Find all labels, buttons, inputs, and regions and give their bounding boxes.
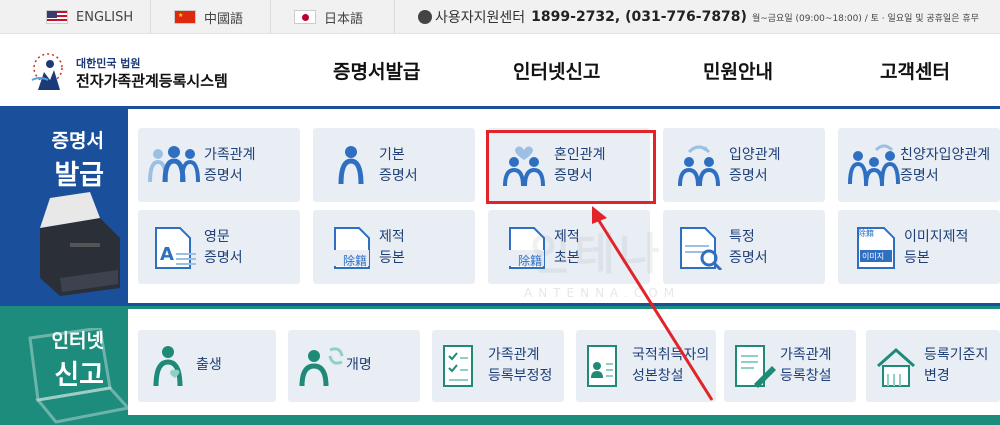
lang-chinese-label: 中國語 bbox=[204, 11, 244, 27]
removed-badge: 除籍 bbox=[858, 229, 874, 238]
tile-label: 이미지제적 등본 bbox=[904, 229, 969, 266]
house-icon bbox=[877, 347, 915, 387]
tile-family-relation-cert[interactable]: 가족관계 증명서 bbox=[138, 128, 300, 202]
tile-label: 가족관계 등록부정정 bbox=[488, 347, 553, 384]
tile-full-adoption-cert[interactable]: 친양자입양관계 증명서 bbox=[838, 128, 1000, 202]
id-card-icon bbox=[587, 345, 617, 387]
tile-registration-base-change[interactable]: 등록기준지 변경 bbox=[866, 330, 1000, 402]
us-flag-icon bbox=[46, 10, 68, 24]
phone-icon bbox=[418, 10, 432, 24]
nav-internet-report[interactable]: 인터넷신고 bbox=[513, 34, 600, 106]
printer-illustration-icon bbox=[40, 192, 120, 296]
svg-text:A: A bbox=[160, 244, 174, 265]
tile-removed-register-abstract[interactable]: 除籍 제적 초본 bbox=[488, 210, 650, 284]
lang-japanese-label: 日本語 bbox=[324, 11, 364, 27]
tile-basic-cert[interactable]: 기본 증명서 bbox=[313, 128, 475, 202]
rename-icon bbox=[299, 347, 344, 387]
divider bbox=[270, 0, 271, 34]
laptop-illustration-icon bbox=[28, 328, 130, 424]
logo-title: 전자가족관계등록시스템 bbox=[76, 72, 228, 90]
marriage-icon bbox=[503, 146, 545, 187]
top-bar: ENGLISH ★ 中國語 日本語 사용자지원센터 1899-2732, (03… bbox=[0, 0, 1000, 34]
tile-birth-report[interactable]: 출생 bbox=[138, 330, 276, 402]
court-logo-icon bbox=[31, 53, 63, 90]
nav-civil-guide[interactable]: 민원안내 bbox=[703, 34, 773, 106]
tile-label: 출생 bbox=[196, 357, 222, 373]
tile-adoption-cert[interactable]: 입양관계 증명서 bbox=[663, 128, 825, 202]
nav-customer-center[interactable]: 고객센터 bbox=[880, 34, 950, 106]
doc-search-icon bbox=[680, 227, 723, 270]
tile-image-register-copy[interactable]: 除籍 이미지 이미지제적 등본 bbox=[838, 210, 1000, 284]
divider bbox=[394, 0, 395, 34]
tile-marriage-cert[interactable]: 혼인관계 증명서 bbox=[488, 128, 650, 202]
family-icon bbox=[148, 146, 200, 183]
tile-label: 제적 초본 bbox=[554, 229, 580, 266]
certificate-category[interactable]: 증명서 발급 bbox=[0, 126, 128, 192]
tile-register-creation[interactable]: 가족관계 등록창설 bbox=[724, 330, 856, 402]
tile-removed-register-copy[interactable]: 除籍 제적 등본 bbox=[313, 210, 475, 284]
tile-naturalized-surname-creation[interactable]: 국적취득자의 성본창설 bbox=[576, 330, 716, 402]
tile-label: 개명 bbox=[346, 357, 372, 373]
china-flag-icon: ★ bbox=[174, 10, 196, 24]
site-logo[interactable]: 대한민국 법원 전자가족관계등록시스템 bbox=[28, 50, 248, 94]
nav-certificate-issue[interactable]: 증명서발급 bbox=[333, 34, 420, 106]
category-line1: 증명서 bbox=[51, 130, 104, 152]
image-badge: 이미지 bbox=[862, 252, 885, 261]
tile-english-cert[interactable]: A 영문 증명서 bbox=[138, 210, 300, 284]
tile-label: 입양관계 증명서 bbox=[729, 147, 781, 184]
support-center-label: 사용자지원센터 bbox=[435, 10, 526, 26]
lang-english-label: ENGLISH bbox=[76, 9, 134, 25]
removed-badge: 除籍 bbox=[343, 254, 368, 268]
tile-register-correction[interactable]: 가족관계 등록부정정 bbox=[432, 330, 564, 402]
divider bbox=[150, 0, 151, 34]
tile-name-change-report[interactable]: 개명 bbox=[288, 330, 420, 402]
tile-label: 영문 증명서 bbox=[204, 229, 243, 266]
logo-subtitle: 대한민국 법원 bbox=[76, 57, 141, 70]
doc-pen-icon bbox=[735, 345, 776, 388]
tile-specific-cert[interactable]: 특정 증명서 bbox=[663, 210, 825, 284]
tile-label: 제적 등본 bbox=[379, 229, 405, 266]
tile-label: 혼인관계 증명서 bbox=[554, 147, 606, 184]
support-phone-numbers: 1899-2732, (031-776-7878) bbox=[531, 9, 747, 25]
english-doc-icon: A bbox=[155, 227, 196, 269]
category-line2: 발급 bbox=[54, 160, 104, 191]
birth-icon bbox=[153, 346, 183, 387]
tile-label: 특정 증명서 bbox=[729, 229, 768, 266]
checklist-icon bbox=[443, 345, 473, 387]
removed-badge: 除籍 bbox=[518, 254, 543, 268]
lang-chinese[interactable]: ★ 中國語 bbox=[174, 0, 243, 34]
tile-label: 가족관계 등록창설 bbox=[780, 347, 832, 384]
lang-english[interactable]: ENGLISH bbox=[46, 0, 133, 34]
site-header: 대한민국 법원 전자가족관계등록시스템 증명서발급 인터넷신고 민원안내 고객센… bbox=[0, 34, 1000, 106]
panel-strip bbox=[128, 415, 1000, 425]
tile-label: 등록기준지 변경 bbox=[924, 347, 989, 384]
full-adoption-icon bbox=[848, 144, 900, 187]
adoption-icon bbox=[678, 145, 720, 187]
japan-flag-icon bbox=[294, 10, 316, 24]
support-hours: 월~금요일 (09:00~18:00) / 토 · 일요일 및 공휴일은 휴무 bbox=[751, 13, 979, 24]
support-contact: 사용자지원센터 1899-2732, (031-776-7878) 월~금요일 … bbox=[418, 0, 979, 34]
tile-label: 가족관계 증명서 bbox=[204, 147, 256, 184]
tile-label: 기본 증명서 bbox=[379, 147, 418, 184]
tile-label: 친양자입양관계 증명서 bbox=[900, 147, 991, 184]
tile-label: 국적취득자의 성본창설 bbox=[632, 347, 710, 384]
person-icon bbox=[338, 146, 364, 185]
image-register-icon bbox=[857, 227, 895, 269]
lang-japanese[interactable]: 日本語 bbox=[294, 0, 363, 34]
